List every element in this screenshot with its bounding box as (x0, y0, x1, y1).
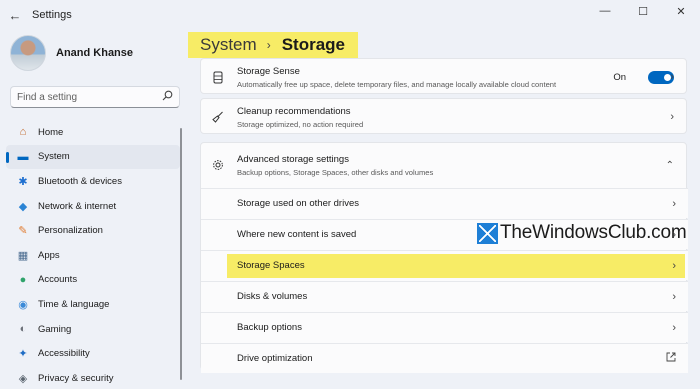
advanced-storage-title: Advanced storage settings (237, 153, 349, 165)
chevron-right-icon: › (266, 38, 271, 52)
globe-icon: ◉ (18, 298, 28, 311)
advanced-item-label: Storage Spaces (237, 260, 305, 271)
chevron-right-icon[interactable]: › (670, 111, 674, 123)
title-bar: ← Settings — ☐ ✕ (0, 0, 700, 30)
apps-icon: ▦ (17, 249, 29, 262)
advanced-item-storage-spaces[interactable]: Storage Spaces › (201, 250, 688, 280)
advanced-storage-card: Advanced storage settings Backup options… (200, 142, 688, 373)
advanced-item-disks-volumes[interactable]: Disks & volumes › (201, 281, 688, 311)
sidebar-item-label: Home (38, 126, 64, 138)
broom-icon (211, 110, 225, 124)
chevron-up-icon[interactable]: ⌃ (666, 160, 674, 171)
advanced-item-label: Where new content is saved (237, 229, 357, 240)
breadcrumb: System › Storage (188, 32, 358, 58)
sidebar-item-label: Network & internet (38, 200, 117, 212)
cleanup-title: Cleanup recommendations (237, 105, 351, 117)
sidebar-item-system[interactable]: ▬ System (6, 144, 180, 170)
advanced-storage-subtitle: Backup options, Storage Spaces, other di… (237, 167, 434, 177)
sidebar-item-gaming[interactable]: ◐ Gaming (6, 317, 180, 342)
sidebar-item-label: Time & language (38, 298, 110, 310)
sidebar-item-apps[interactable]: ▦ Apps (6, 243, 180, 268)
sidebar-item-home[interactable]: ⌂ Home (6, 120, 180, 145)
storage-sense-subtitle: Automatically free up space, delete temp… (237, 79, 557, 89)
search-box[interactable] (10, 86, 180, 108)
watermark: TheWindowsClub.com (477, 222, 687, 244)
storage-sense-toggle-label: On (613, 71, 626, 83)
sidebar-item-network-internet[interactable]: ◆ Network & internet (6, 194, 180, 219)
maximize-button[interactable]: ☐ (624, 0, 662, 22)
cleanup-subtitle: Storage optimized, no action required (237, 119, 364, 129)
back-button[interactable]: ← (0, 0, 30, 30)
advanced-item-storage-used-on-other-drives[interactable]: Storage used on other drives › (201, 188, 688, 218)
window-controls: — ☐ ✕ (586, 0, 700, 22)
cleanup-recommendations-card[interactable]: Cleanup recommendations Storage optimize… (200, 98, 687, 134)
user-name: Anand Khanse (56, 47, 134, 59)
accessibility-icon: ✦ (18, 348, 28, 361)
advanced-item-label: Disks & volumes (237, 291, 308, 302)
chevron-right-icon[interactable]: › (672, 291, 676, 303)
sidebar-item-label: Privacy & security (38, 372, 114, 384)
app-title: Settings (32, 9, 72, 21)
storage-sense-title: Storage Sense (237, 65, 300, 77)
storage-sense-card[interactable]: Storage Sense Automatically free up spac… (200, 58, 687, 94)
sidebar-item-time-language[interactable]: ◉ Time & language (6, 292, 180, 317)
sidebar-item-label: System (38, 151, 70, 163)
wifi-icon: ◆ (18, 200, 28, 213)
brush-icon: ✎ (18, 225, 28, 238)
advanced-item-label: Storage used on other drives (237, 198, 359, 209)
chevron-right-icon[interactable]: › (670, 71, 674, 83)
shield-icon: ◈ (18, 372, 28, 385)
chevron-right-icon[interactable]: › (672, 260, 676, 272)
nav-list: ⌂ Home ▬ System ✱ Bluetooth & devices ◆ Network… (6, 120, 180, 389)
sidebar-scrollbar[interactable] (180, 128, 182, 380)
chevron-right-icon[interactable]: › (672, 229, 676, 241)
sidebar-item-label: Accessibility (38, 348, 90, 360)
minimize-button[interactable]: — (586, 0, 624, 22)
breadcrumb-parent[interactable]: System (200, 35, 257, 55)
system-icon: ▬ (17, 150, 29, 163)
sidebar-item-label: Accounts (38, 274, 78, 286)
advanced-item-backup-options[interactable]: Backup options › (201, 312, 688, 342)
sidebar-item-label: Bluetooth & devices (38, 175, 122, 187)
close-button[interactable]: ✕ (662, 0, 700, 22)
home-icon: ⌂ (19, 126, 27, 139)
gaming-icon: ◐ (19, 323, 27, 336)
sidebar-item-label: Apps (38, 249, 60, 261)
user-profile[interactable]: Anand Khanse (10, 35, 133, 71)
accounts-icon: ● (19, 273, 27, 286)
watermark-text: TheWindowsClub.com (500, 222, 687, 243)
chevron-right-icon[interactable]: › (672, 322, 676, 334)
sidebar-item-accounts[interactable]: ● Accounts (6, 268, 180, 293)
advanced-item-drive-optimization[interactable]: Drive optimization (201, 343, 688, 373)
thewindowsclub-logo-icon (477, 222, 498, 244)
advanced-item-label: Drive optimization (237, 353, 313, 364)
gear-icon (211, 158, 225, 172)
sidebar-item-accessibility[interactable]: ✦ Accessibility (6, 341, 180, 366)
external-link-icon[interactable] (666, 352, 676, 365)
search-input[interactable] (17, 91, 162, 103)
sidebar-item-privacy-security[interactable]: ◈ Privacy & security (6, 366, 180, 389)
sidebar-item-label: Gaming (38, 323, 72, 335)
advanced-item-label: Backup options (237, 322, 302, 333)
avatar (10, 35, 46, 71)
storage-drive-icon (211, 70, 225, 84)
bluetooth-icon: ✱ (18, 175, 28, 188)
sidebar-item-bluetooth-devices[interactable]: ✱ Bluetooth & devices (6, 169, 180, 194)
page-title: Storage (281, 35, 345, 54)
sidebar-item-personalization[interactable]: ✎ Personalization (6, 218, 180, 243)
sidebar: Anand Khanse ⌂ Home ▬ System ✱ Bluetooth & de… (0, 30, 190, 389)
sidebar-item-label: Personalization (38, 225, 103, 237)
search-icon[interactable] (162, 90, 173, 104)
advanced-storage-header[interactable]: Advanced storage settings Backup options… (201, 143, 686, 187)
chevron-right-icon[interactable]: › (672, 198, 676, 210)
